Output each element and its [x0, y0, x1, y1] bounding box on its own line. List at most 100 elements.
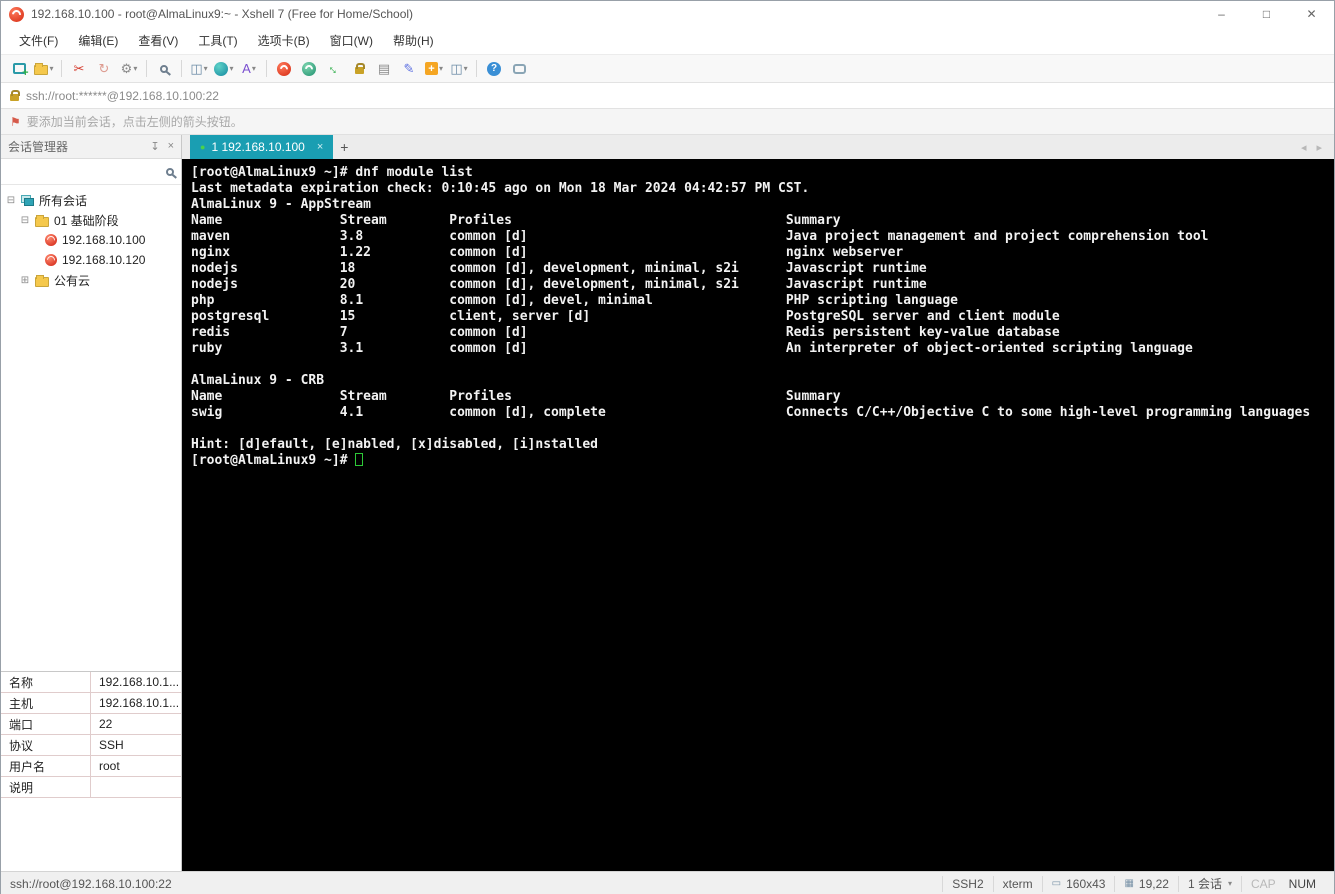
xshell-glyph [277, 62, 291, 76]
magnifier-glyph [160, 65, 168, 73]
virtual-keyboard-icon[interactable]: ▤ [372, 57, 396, 81]
help-icon[interactable]: ? [482, 57, 506, 81]
session-search-row [1, 159, 181, 185]
toolbar: ▾ ✂ ↻ ⚙▾ ◫▾ ▾ A▾ ↔ ▤ ✎ +▾ ◫▾ ? [1, 55, 1334, 83]
maximize-button[interactable]: □ [1244, 1, 1289, 27]
xshell-logo-icon [9, 7, 24, 22]
tree-item-session-100[interactable]: 192.168.10.100 [1, 230, 181, 250]
tab-close-icon[interactable]: × [317, 141, 323, 153]
menu-item-tabs[interactable]: 选项卡(B) [248, 27, 320, 55]
window-controls: – □ ✕ [1199, 1, 1334, 27]
close-button[interactable]: ✕ [1289, 1, 1334, 27]
open-session-icon[interactable]: ▾ [32, 57, 56, 81]
dropdown-arrow-icon: ▾ [439, 64, 443, 73]
toolbar-separator [476, 60, 477, 77]
tab-label: 1 192.168.10.100 [211, 140, 304, 154]
layout-icon[interactable]: ◫▾ [447, 57, 471, 81]
fullscreen-icon[interactable]: ↔ [322, 57, 346, 81]
session-properties-icon[interactable]: ⚙▾ [117, 57, 141, 81]
tree-item-label[interactable]: 01 基础阶段 [54, 212, 119, 229]
lock-glyph [355, 67, 364, 74]
message-icon[interactable] [507, 57, 531, 81]
tree-item-label[interactable]: 所有会话 [39, 192, 87, 209]
session-count-dropdown[interactable]: 1 会话▾ [1178, 876, 1241, 892]
font-icon[interactable]: A▾ [237, 57, 261, 81]
caps-lock-indicator: CAP [1251, 877, 1276, 891]
folder-icon [34, 65, 48, 75]
terminal-line: AlmaLinux 9 - CRB [191, 373, 1334, 389]
tree-item-label[interactable]: 公有云 [54, 272, 90, 289]
terminal-line: postgresql 15 client, server [d] Postgre… [191, 309, 1334, 325]
gear-icon: ⚙ [121, 61, 133, 77]
terminal-line [191, 357, 1334, 373]
terminal-line: AlmaLinux 9 - AppStream [191, 197, 1334, 213]
property-value: 192.168.10.1... [91, 672, 179, 692]
tab-scroll-controls: ◂ ▸ [1301, 141, 1334, 154]
disconnect-icon[interactable]: ✂ [67, 57, 91, 81]
position-icon: ▦ [1124, 878, 1133, 889]
expander-icon[interactable]: ⊟ [20, 215, 30, 226]
panel-close-icon[interactable]: × [168, 140, 174, 153]
address-bar[interactable]: ssh://root:******@192.168.10.100:22 [1, 83, 1334, 109]
tree-item-session-120[interactable]: 192.168.10.120 [1, 250, 181, 270]
menu-item-help[interactable]: 帮助(H) [383, 27, 444, 55]
caret-down-icon: ▾ [1228, 879, 1232, 888]
layout-glyph: ◫ [450, 61, 462, 77]
new-session-icon[interactable] [7, 57, 31, 81]
statusbar-protocol: SSH2 [942, 876, 992, 892]
lock-screen-icon[interactable] [347, 57, 371, 81]
protocol-value: SSH2 [952, 877, 983, 891]
reconnect-icon[interactable]: ↻ [92, 57, 116, 81]
tab-session[interactable]: ● 1 192.168.10.100 × [190, 135, 333, 159]
tree-item-group-basic[interactable]: ⊟ 01 基础阶段 [1, 210, 181, 230]
tree-item-all-sessions[interactable]: ⊟ 所有会话 [1, 190, 181, 210]
cursor-position-value: 19,22 [1139, 877, 1169, 891]
toolbar-separator [61, 60, 62, 77]
new-window-icon[interactable]: ◫▾ [187, 57, 211, 81]
menu-item-tools[interactable]: 工具(T) [188, 27, 247, 55]
statusbar-size: ▭160x43 [1042, 876, 1115, 892]
address-url: ssh://root:******@192.168.10.100:22 [26, 89, 219, 103]
notice-text: 要添加当前会话，点击左侧的箭头按钮。 [27, 113, 243, 130]
search-icon[interactable] [166, 168, 174, 176]
tree-item-group-cloud[interactable]: ⊞ 公有云 [1, 270, 181, 290]
window-title: 192.168.10.100 - root@AlmaLinux9:~ - Xsh… [31, 7, 413, 21]
terminal-line: swig 4.1 common [d], complete Connects C… [191, 405, 1334, 421]
xftp-icon[interactable] [297, 57, 321, 81]
expander-icon[interactable]: ⊞ [20, 275, 30, 286]
arrows-glyph: ↔ [324, 59, 344, 79]
minimize-button[interactable]: – [1199, 1, 1244, 27]
pin-icon[interactable]: ↧ [150, 140, 159, 153]
terminal-line: redis 7 common [d] Redis persistent key-… [191, 325, 1334, 341]
terminal-line [191, 421, 1334, 437]
xftp-glyph [302, 62, 316, 76]
terminal-type-value: xterm [1003, 877, 1033, 891]
terminal-line: nodejs 20 common [d], development, minim… [191, 277, 1334, 293]
new-file-icon[interactable]: +▾ [422, 57, 446, 81]
terminal-line: maven 3.8 common [d] Java project manage… [191, 229, 1334, 245]
statusbar-lock-indicators: CAPNUM [1241, 876, 1325, 892]
new-tab-button[interactable]: + [333, 136, 355, 158]
menu-item-view[interactable]: 查看(V) [128, 27, 188, 55]
properties-filler [1, 798, 181, 871]
find-icon[interactable] [152, 57, 176, 81]
menu-item-edit[interactable]: 编辑(E) [68, 27, 128, 55]
tree-item-label[interactable]: 192.168.10.100 [62, 233, 145, 247]
xshell-icon[interactable] [272, 57, 296, 81]
session-search-input[interactable] [8, 165, 166, 179]
title-bar: 192.168.10.100 - root@AlmaLinux9:~ - Xsh… [1, 1, 1334, 27]
dropdown-arrow-icon: ▾ [464, 64, 468, 73]
compose-icon[interactable]: ✎ [397, 57, 421, 81]
menu-item-file[interactable]: 文件(F) [9, 27, 68, 55]
notice-bar: ⚑ 要添加当前会话，点击左侧的箭头按钮。 [1, 109, 1334, 135]
encoding-icon[interactable]: ▾ [212, 57, 236, 81]
terminal[interactable]: [root@AlmaLinux9 ~]# dnf module list Las… [182, 159, 1334, 871]
menu-item-window[interactable]: 窗口(W) [320, 27, 383, 55]
terminal-line: nodejs 18 common [d], development, minim… [191, 261, 1334, 277]
globe-glyph [214, 62, 228, 76]
tab-scroll-right-icon[interactable]: ▸ [1316, 141, 1322, 154]
tab-scroll-left-icon[interactable]: ◂ [1301, 141, 1307, 154]
terminal-prompt-line: [root@AlmaLinux9 ~]# [191, 453, 1334, 469]
expander-icon[interactable]: ⊟ [6, 195, 16, 206]
tree-item-label[interactable]: 192.168.10.120 [62, 253, 145, 267]
